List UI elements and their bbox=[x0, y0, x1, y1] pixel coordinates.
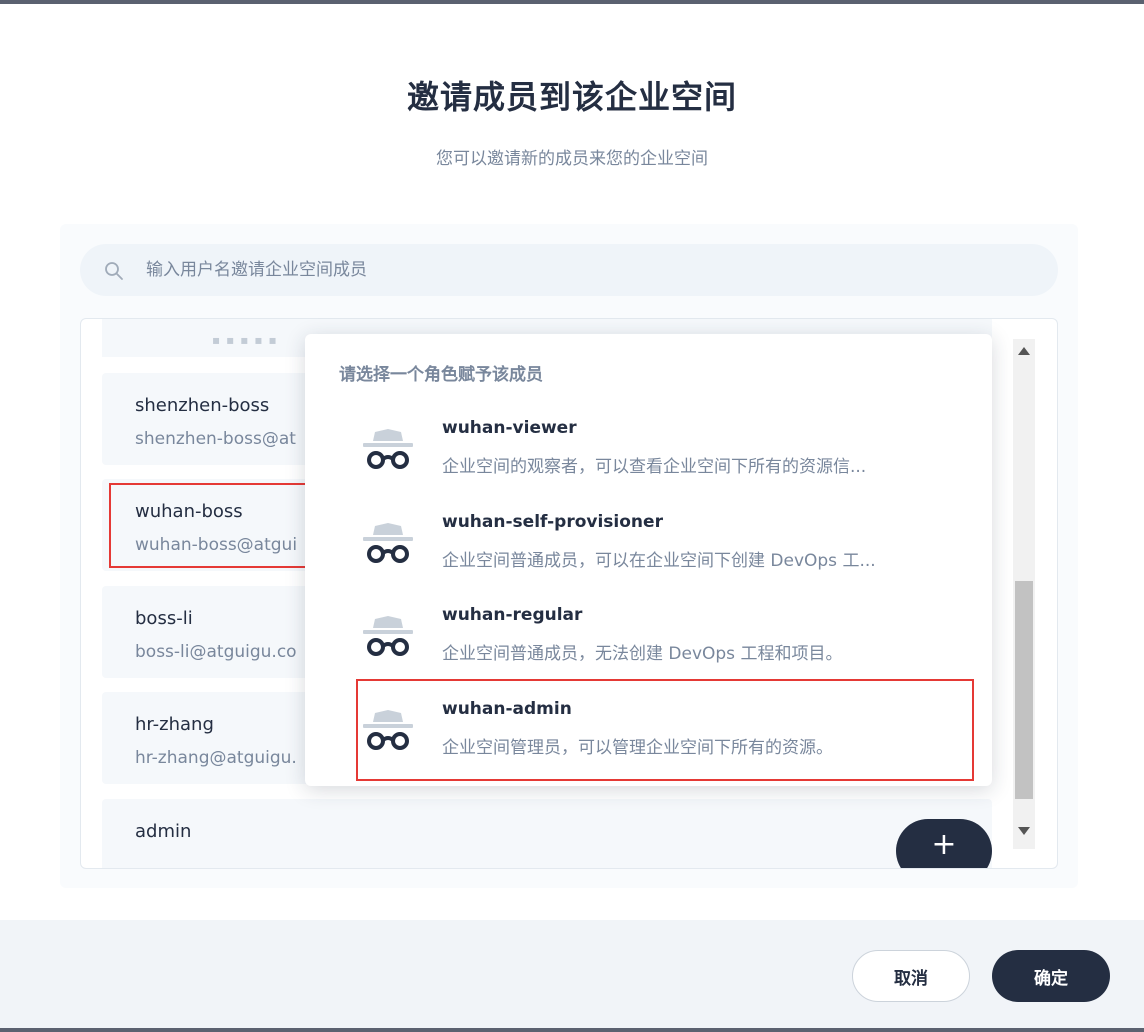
search-icon bbox=[105, 262, 123, 280]
user-name: hr-zhang bbox=[135, 714, 214, 735]
role-name: wuhan-regular bbox=[442, 605, 583, 625]
add-member-button[interactable]: + bbox=[896, 819, 992, 868]
role-option-wuhan-self-provisioner[interactable]: wuhan-self-provisioner 企业空间普通成员，可以在企业空间下… bbox=[359, 512, 959, 596]
incognito-icon bbox=[363, 429, 413, 469]
list-item[interactable]: admin bbox=[102, 799, 992, 868]
role-dropdown-title: 请选择一个角色赋予该成员 bbox=[339, 365, 543, 385]
cancel-button[interactable]: 取消 bbox=[852, 950, 970, 1002]
scroll-up-arrow-icon[interactable] bbox=[1018, 347, 1030, 355]
role-description: 企业空间普通成员，可以在企业空间下创建 DevOps 工... bbox=[442, 551, 876, 571]
invite-member-dialog: 邀请成员到该企业空间 您可以邀请新的成员来您的企业空间 ▪▪▪▪▪ shenzh… bbox=[0, 0, 1144, 1032]
role-description: 企业空间普通成员，无法创建 DevOps 工程和项目。 bbox=[442, 644, 843, 664]
user-email: hr-zhang@atguigu. bbox=[135, 748, 297, 768]
bottom-edge bbox=[0, 1028, 1144, 1032]
incognito-icon bbox=[363, 616, 413, 656]
user-email: shenzhen-boss@at bbox=[135, 429, 296, 449]
top-edge bbox=[0, 0, 1144, 4]
user-name: boss-li bbox=[135, 608, 193, 629]
annotation-highlight-role bbox=[356, 679, 974, 781]
dialog-footer bbox=[0, 920, 1144, 1028]
incognito-icon bbox=[363, 523, 413, 563]
user-email: boss-li@atguigu.co bbox=[135, 642, 297, 662]
scroll-down-arrow-icon[interactable] bbox=[1018, 827, 1030, 835]
scroll-thumb[interactable] bbox=[1015, 581, 1033, 799]
user-name: shenzhen-boss bbox=[135, 395, 270, 416]
role-name: wuhan-viewer bbox=[442, 418, 577, 438]
user-name: admin bbox=[135, 821, 192, 842]
role-option-wuhan-regular[interactable]: wuhan-regular 企业空间普通成员，无法创建 DevOps 工程和项目… bbox=[359, 605, 959, 689]
search-input[interactable] bbox=[146, 252, 1026, 288]
role-description: 企业空间的观察者，可以查看企业空间下所有的资源信... bbox=[442, 457, 867, 477]
partial-row-fragment: ▪▪▪▪▪ bbox=[212, 333, 283, 347]
role-name: wuhan-self-provisioner bbox=[442, 512, 663, 532]
dialog-subtitle: 您可以邀请新的成员来您的企业空间 bbox=[436, 149, 708, 169]
confirm-button[interactable]: 确定 bbox=[992, 950, 1110, 1002]
role-option-wuhan-viewer[interactable]: wuhan-viewer 企业空间的观察者，可以查看企业空间下所有的资源信... bbox=[359, 418, 959, 502]
list-scrollbar[interactable] bbox=[1013, 339, 1035, 849]
dialog-title: 邀请成员到该企业空间 bbox=[406, 78, 737, 116]
